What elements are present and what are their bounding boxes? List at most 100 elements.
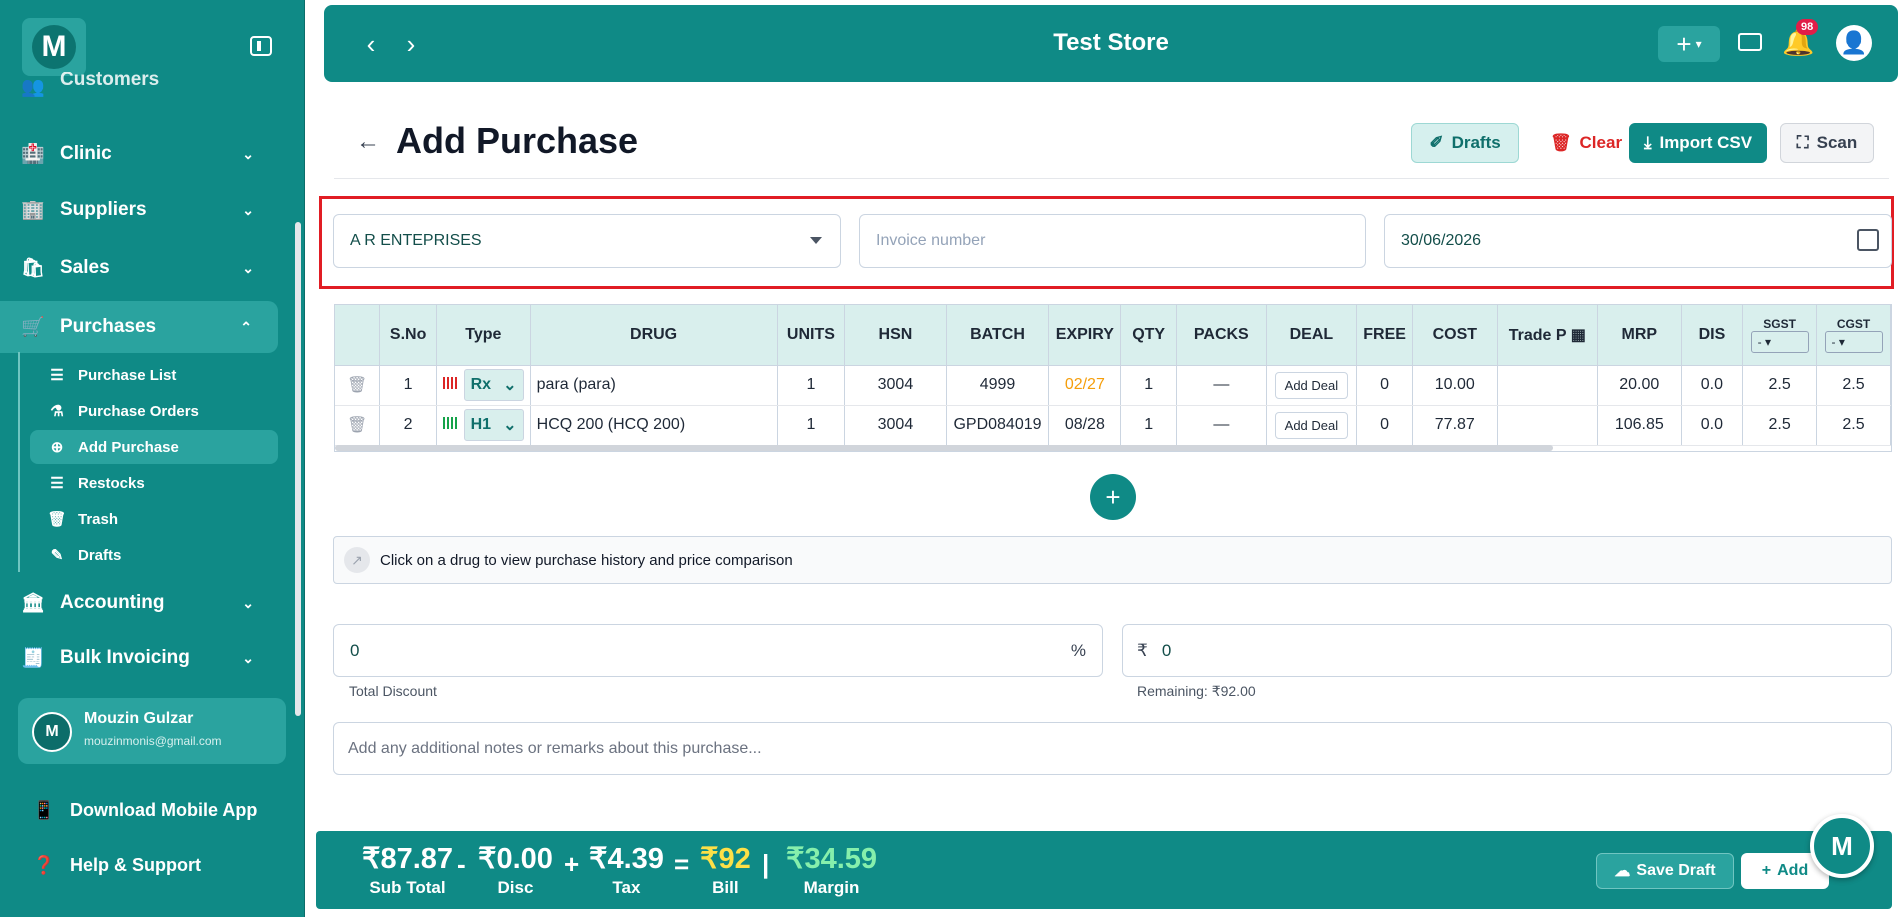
type-select[interactable]: Rx ⌄ xyxy=(463,369,524,401)
chevron-down-icon: ⌄ xyxy=(242,649,254,666)
list-icon: ☰ xyxy=(50,367,64,384)
drafts-button[interactable]: ✐ Drafts xyxy=(1411,123,1519,163)
bank-icon: 🏛 xyxy=(20,593,46,614)
col-packs: PACKS xyxy=(1176,305,1267,366)
scan-icon: ⛶ xyxy=(1796,133,1809,152)
mobile-phone-icon: 📱 xyxy=(32,800,56,820)
help-support-link[interactable]: ❓ Help & Support xyxy=(30,855,201,876)
add-row-button[interactable]: + xyxy=(1090,474,1136,520)
notification-badge: 98 xyxy=(1796,19,1819,35)
sidebar-item-accounting[interactable]: 🏛 Accounting ⌄ xyxy=(0,577,280,629)
sidebar-item-restocks[interactable]: ☰ Restocks xyxy=(46,466,276,500)
drafts-icon: ✐ xyxy=(1429,133,1444,152)
back-arrow-icon[interactable]: ← xyxy=(356,128,380,156)
sidebar-item-clinic[interactable]: 🏥 Clinic ⌄ xyxy=(0,128,280,180)
bill-total: ₹92 Bill xyxy=(700,843,751,897)
chevron-down-icon: ⌄ xyxy=(242,259,254,276)
table-header-row: S.No Type DRUG UNITS HSN BATCH EXPIRY QT… xyxy=(335,305,1891,366)
discount-amount-input[interactable]: ₹0 xyxy=(1122,624,1892,677)
shopping-bag-icon: 🛍 xyxy=(20,258,46,279)
trash-icon: 🗑 xyxy=(346,417,368,434)
quick-add-button[interactable]: + ▾ xyxy=(1658,26,1720,62)
col-cgst: CGST - ▾ xyxy=(1816,305,1891,366)
top-bar: ‹ › Test Store + ▾ 🔔 98 👤 xyxy=(324,5,1898,82)
scan-button[interactable]: ⛶ Scan xyxy=(1780,123,1874,163)
trend-icon: ↗ xyxy=(344,547,370,573)
chevron-down-icon: ⌄ xyxy=(242,594,254,611)
drug-cell[interactable]: para (para) xyxy=(530,365,778,406)
sidebar: M 👥 Customers 🏥 Clinic ⌄ 🏢 Suppliers ⌄ 🛍 Sales… xyxy=(0,0,305,917)
sidebar-item-purchases[interactable]: 🛒 Purchases ⌃ xyxy=(0,301,278,353)
download-mobile-app-link[interactable]: 📱 Download Mobile App xyxy=(30,800,258,821)
building-icon: 🏢 xyxy=(21,200,45,221)
type-select[interactable]: H1 ⌄ xyxy=(463,409,524,441)
help-icon: ❓ xyxy=(32,855,56,875)
delete-row-button[interactable]: 🗑 xyxy=(335,405,381,446)
col-deal: DEAL xyxy=(1266,305,1358,366)
flask-icon: ⚗ xyxy=(50,403,64,420)
hospital-icon: 🏥 xyxy=(21,144,45,165)
date-input[interactable]: 30/06/2026 xyxy=(1384,214,1892,268)
plus-icon: + xyxy=(1761,862,1772,879)
col-dis: DIS xyxy=(1681,305,1744,366)
trash-icon: 🗑 xyxy=(47,511,67,528)
rupee-symbol: ₹ xyxy=(1137,640,1148,660)
calculator-icon[interactable]: ▦ xyxy=(1571,327,1586,344)
col-expiry: EXPIRY xyxy=(1048,305,1122,366)
add-deal-button[interactable]: Add Deal xyxy=(1274,371,1349,399)
chevron-up-icon: ⌃ xyxy=(240,318,252,335)
remaining-amount: Remaining: ₹92.00 xyxy=(1137,683,1256,699)
sidebar-item-sales[interactable]: 🛍 Sales ⌄ xyxy=(0,242,280,294)
sidebar-scrollbar[interactable] xyxy=(295,222,301,716)
delete-row-button[interactable]: 🗑 xyxy=(335,365,381,406)
user-account-icon[interactable]: 👤 xyxy=(1836,25,1872,61)
table-row[interactable]: 🗑 1 Rx ⌄ para (para) 1 3004 4999 02/27 1 … xyxy=(335,365,1891,406)
import-csv-button[interactable]: ⤓ Import CSV xyxy=(1629,123,1767,163)
submenu-guide-line xyxy=(18,352,20,572)
chevron-down-icon: ⌄ xyxy=(242,201,254,218)
sgst-select[interactable]: - ▾ xyxy=(1750,330,1809,353)
app-logo[interactable]: M xyxy=(22,18,86,76)
col-sgst: SGST - ▾ xyxy=(1742,305,1818,366)
subtotal: ₹87.87 Sub Total xyxy=(362,843,454,897)
totals-bar: ₹87.87 Sub Total - ₹0.00 Disc + ₹4.39 Tax =… xyxy=(316,831,1892,909)
invoice-number-input[interactable]: Invoice number xyxy=(859,214,1366,268)
col-free: FREE xyxy=(1356,305,1414,366)
user-name: Mouzin Gulzar xyxy=(84,710,194,727)
table-row[interactable]: 🗑 2 H1 ⌄ HCQ 200 (HCQ 200) 1 3004 GPD0840… xyxy=(335,405,1891,446)
sidebar-item-trash[interactable]: 🗑 Trash xyxy=(46,502,276,536)
keyboard-icon[interactable] xyxy=(1738,33,1762,51)
col-actions xyxy=(335,305,381,366)
cgst-select[interactable]: - ▾ xyxy=(1824,330,1883,353)
user-email: mouzinmonis@gmail.com xyxy=(84,734,222,748)
trash-icon: 🗑 xyxy=(346,377,368,394)
add-deal-button[interactable]: Add Deal xyxy=(1274,411,1349,439)
sidebar-item-suppliers[interactable]: 🏢 Suppliers ⌄ xyxy=(0,184,280,236)
drug-cell[interactable]: HCQ 200 (HCQ 200) xyxy=(530,405,778,446)
user-card[interactable]: M Mouzin Gulzar mouzinmonis@gmail.com xyxy=(18,698,286,764)
table-horizontal-scrollbar[interactable] xyxy=(335,445,1553,451)
notes-input[interactable]: Add any additional notes or remarks abou… xyxy=(333,722,1892,775)
percent-symbol: % xyxy=(1070,640,1086,660)
col-type: Type xyxy=(436,305,531,366)
supplier-select[interactable]: A R ENTEPRISES xyxy=(333,214,841,268)
page-title: Add Purchase xyxy=(396,120,639,161)
clear-button[interactable]: 🗑 Clear xyxy=(1534,123,1638,163)
purchase-history-info: ↗ Click on a drug to view purchase histor… xyxy=(333,536,1892,584)
collapse-sidebar-icon[interactable] xyxy=(250,36,272,56)
sidebar-item-bulk-invoicing[interactable]: 🧾 Bulk Invoicing ⌄ xyxy=(0,632,280,684)
calendar-icon[interactable] xyxy=(1857,229,1879,251)
discount-total: ₹0.00 Disc xyxy=(478,843,553,897)
sidebar-item-customers[interactable]: 👥 Customers xyxy=(0,72,280,102)
cart-icon: 🛒 xyxy=(21,317,45,338)
save-draft-button[interactable]: ☁ Save Draft xyxy=(1596,853,1734,889)
discount-percent-input[interactable]: 0% xyxy=(333,624,1103,677)
sidebar-item-drafts[interactable]: ✎ Drafts xyxy=(46,538,276,572)
sidebar-item-purchase-list[interactable]: ☰ Purchase List xyxy=(46,358,276,392)
col-cost: COST xyxy=(1412,305,1498,366)
sidebar-item-add-purchase[interactable]: ⊕ Add Purchase xyxy=(30,430,278,464)
col-hsn: HSN xyxy=(844,305,947,366)
col-sno: S.No xyxy=(379,305,438,366)
sidebar-item-purchase-orders[interactable]: ⚗ Purchase Orders xyxy=(46,394,276,428)
assistant-bot-icon[interactable]: M xyxy=(1810,814,1874,878)
